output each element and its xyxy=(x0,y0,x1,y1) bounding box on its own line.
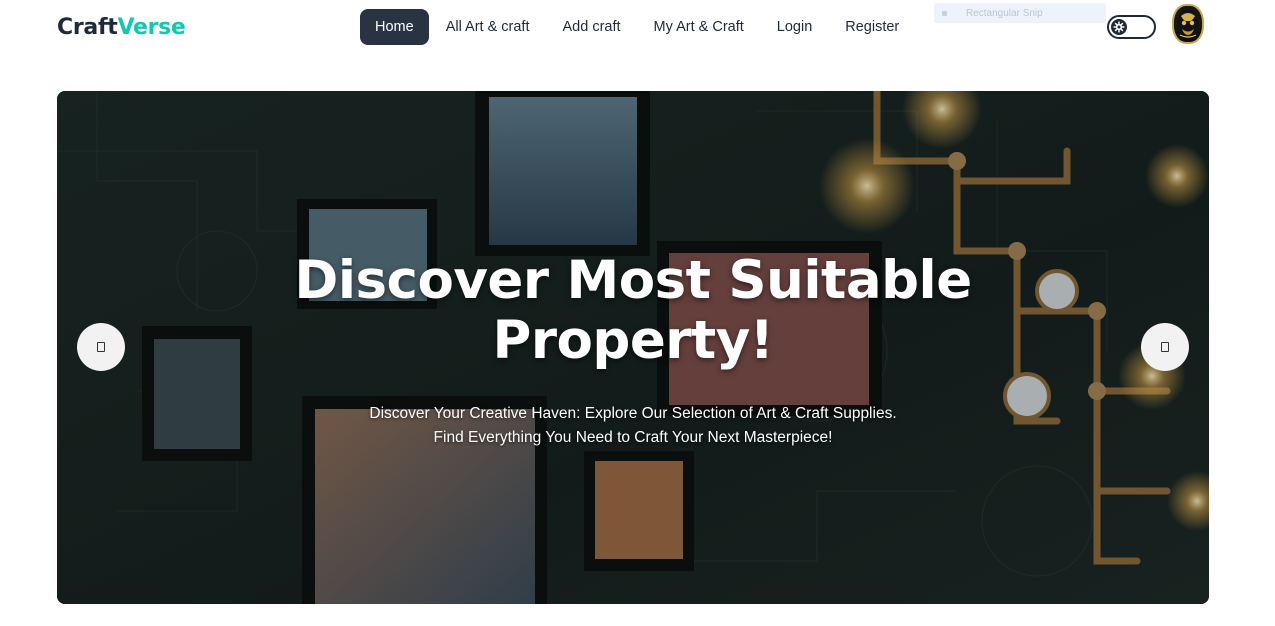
prev-arrow-icon xyxy=(97,342,105,352)
nav-add-craft[interactable]: Add craft xyxy=(547,9,637,45)
brand-name-part2: Verse xyxy=(117,15,186,40)
nav-login[interactable]: Login xyxy=(761,9,828,45)
hero-title-line2: Property! xyxy=(492,310,774,371)
navbar: CraftVerse Home All Art & craft Add craf… xyxy=(0,0,1275,56)
next-arrow-icon xyxy=(1161,342,1169,352)
hero-title-line1: Discover Most Suitable xyxy=(294,250,972,311)
hero-carousel: Discover Most Suitable Property! Discove… xyxy=(57,91,1209,604)
brand-logo[interactable]: CraftVerse xyxy=(57,14,186,42)
hero-subtitle-line1: Discover Your Creative Haven: Explore Ou… xyxy=(369,405,897,422)
hero-subtitle: Discover Your Creative Haven: Explore Ou… xyxy=(57,402,1209,450)
user-avatar[interactable] xyxy=(1172,4,1204,44)
snip-icon xyxy=(942,10,947,16)
nav-my-art-craft[interactable]: My Art & Craft xyxy=(638,9,760,45)
hero-subtitle-line2: Find Everything You Need to Craft Your N… xyxy=(433,429,833,446)
nav-register[interactable]: Register xyxy=(829,9,915,45)
main-menu: Home All Art & craft Add craft My Art & … xyxy=(360,9,915,45)
snip-label: Rectangular Snip xyxy=(966,7,1043,19)
carousel-next-button[interactable] xyxy=(1141,323,1189,371)
nav-all-art-craft[interactable]: All Art & craft xyxy=(430,9,546,45)
nav-home[interactable]: Home xyxy=(360,9,429,45)
hero-title: Discover Most Suitable Property! xyxy=(57,251,1209,371)
carousel-prev-button[interactable] xyxy=(77,323,125,371)
snip-overlay-chip: Rectangular Snip xyxy=(934,3,1106,23)
theme-toggle[interactable] xyxy=(1107,15,1156,39)
gear-icon xyxy=(1111,19,1127,35)
brand-name-part1: Craft xyxy=(57,15,118,40)
